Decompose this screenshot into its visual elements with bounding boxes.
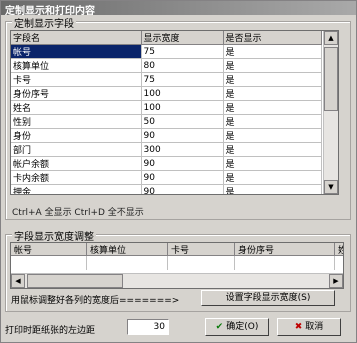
width-cell[interactable]: 300 — [141, 142, 224, 157]
field-name-cell[interactable]: 性别 — [11, 114, 142, 129]
table-row[interactable]: 部门 300 是 — [11, 142, 322, 157]
table-row[interactable]: 帐号 75 是 — [11, 44, 322, 59]
table-row[interactable]: 性别 50 是 — [11, 114, 322, 129]
visible-cell[interactable]: 是 — [223, 142, 322, 157]
width-cell[interactable]: 100 — [141, 86, 224, 101]
scroll-left-arrow-icon[interactable]: ◀ — [11, 274, 25, 288]
dialog-window: 定制显示和打印内容 定制显示字段 字段名 显示宽度 是否显示 帐号 75 是 核算单… — [0, 0, 357, 343]
left-margin-label: 打印时距纸张的左边距 — [5, 326, 96, 336]
width-cell[interactable]: 90 — [141, 156, 224, 171]
field-name-cell[interactable]: 身份 — [11, 128, 142, 143]
width-cell[interactable]: 80 — [141, 58, 224, 73]
field-name-cell[interactable]: 卡号 — [11, 72, 142, 87]
width-cell[interactable]: 75 — [141, 44, 224, 59]
preview-cell — [235, 256, 335, 270]
width-adjust-group-title: 字段显示宽度调整 — [12, 228, 96, 243]
table-row[interactable]: 核算单位 80 是 — [11, 58, 322, 73]
field-name-cell[interactable]: 帐号 — [11, 44, 142, 59]
preview-column-card-number[interactable]: 卡号 — [168, 243, 235, 256]
visible-cell[interactable]: 是 — [223, 184, 322, 194]
left-margin-input[interactable]: 30 — [127, 319, 169, 335]
preview-cell — [168, 256, 235, 270]
visible-cell[interactable]: 是 — [223, 128, 322, 143]
field-name-cell[interactable]: 卡内余额 — [11, 170, 142, 185]
table-row[interactable]: 卡号 75 是 — [11, 72, 322, 87]
preview-cell — [11, 256, 87, 270]
visible-cell[interactable]: 是 — [223, 100, 322, 115]
cancel-button-label: 取消 — [305, 322, 324, 332]
visible-cell[interactable]: 是 — [223, 114, 322, 129]
width-preview-header: 帐号 核算单位 卡号 身份序号 姓 — [11, 243, 343, 256]
field-name-cell[interactable]: 部门 — [11, 142, 142, 157]
visible-cell[interactable]: 是 — [223, 156, 322, 171]
close-icon: ✖ — [294, 322, 303, 332]
table-row[interactable]: 姓名 100 是 — [11, 100, 322, 115]
field-name-cell[interactable]: 帐户余额 — [11, 156, 142, 171]
width-cell[interactable]: 50 — [141, 114, 224, 129]
visible-cell[interactable]: 是 — [223, 86, 322, 101]
preview-cell — [87, 256, 168, 270]
scroll-down-arrow-icon[interactable]: ▼ — [324, 180, 338, 194]
table-row[interactable]: 身份序号 100 是 — [11, 86, 322, 101]
width-cell[interactable]: 100 — [141, 100, 224, 115]
scroll-thumb[interactable] — [324, 47, 338, 111]
display-fields-group-title: 定制显示字段 — [12, 15, 76, 30]
ok-button[interactable]: ✔ 确定(O) — [205, 318, 269, 336]
preview-column-id-number[interactable]: 身份序号 — [235, 243, 335, 256]
column-header-field-name[interactable]: 字段名 — [11, 31, 142, 45]
width-cell[interactable]: 75 — [141, 72, 224, 87]
preview-column-name[interactable]: 姓 — [335, 243, 343, 256]
visible-cell[interactable]: 是 — [223, 72, 322, 87]
scroll-right-arrow-icon[interactable]: ▶ — [329, 274, 343, 288]
width-adjust-instruction: 用鼠标调整好各列的宽度后=======> — [11, 296, 180, 306]
preview-column-accounting-unit[interactable]: 核算单位 — [87, 243, 168, 256]
width-cell[interactable]: 90 — [141, 170, 224, 185]
keyboard-shortcut-hint: Ctrl+A 全显示 Ctrl+D 全不显示 — [12, 208, 144, 218]
width-preview-grid[interactable]: 帐号 核算单位 卡号 身份序号 姓 ◀ ▶ — [10, 242, 344, 289]
fields-grid-vertical-scrollbar[interactable]: ▲ ▼ — [323, 31, 338, 194]
set-field-width-button[interactable]: 设置字段显示宽度(S) — [201, 290, 335, 306]
table-row[interactable]: 押金 90 是 — [11, 184, 322, 194]
table-row[interactable]: 帐户余额 90 是 — [11, 156, 322, 171]
field-name-cell[interactable]: 身份序号 — [11, 86, 142, 101]
column-header-visible[interactable]: 是否显示 — [223, 31, 322, 45]
visible-cell[interactable]: 是 — [223, 170, 322, 185]
field-name-cell[interactable]: 押金 — [11, 184, 142, 194]
width-cell[interactable]: 90 — [141, 184, 224, 194]
scroll-up-arrow-icon[interactable]: ▲ — [324, 31, 338, 45]
field-name-cell[interactable]: 核算单位 — [11, 58, 142, 73]
check-icon: ✔ — [215, 322, 224, 332]
table-row[interactable]: 卡内余额 90 是 — [11, 170, 322, 185]
visible-cell[interactable]: 是 — [223, 58, 322, 73]
width-preview-horizontal-scrollbar[interactable]: ◀ ▶ — [11, 273, 343, 288]
title-bar: 定制显示和打印内容 — [1, 1, 356, 17]
table-row[interactable]: 身份 90 是 — [11, 128, 322, 143]
visible-cell[interactable]: 是 — [223, 44, 322, 59]
fields-grid[interactable]: 字段名 显示宽度 是否显示 帐号 75 是 核算单位 80 是 卡号 75 是 身份序号 10… — [10, 30, 339, 195]
preview-column-account[interactable]: 帐号 — [11, 243, 87, 256]
field-name-cell[interactable]: 姓名 — [11, 100, 142, 115]
ok-button-label: 确定(O) — [226, 322, 259, 332]
cancel-button[interactable]: ✖ 取消 — [277, 318, 341, 336]
column-header-display-width[interactable]: 显示宽度 — [141, 31, 224, 45]
scroll-thumb[interactable] — [27, 274, 123, 288]
width-cell[interactable]: 90 — [141, 128, 224, 143]
